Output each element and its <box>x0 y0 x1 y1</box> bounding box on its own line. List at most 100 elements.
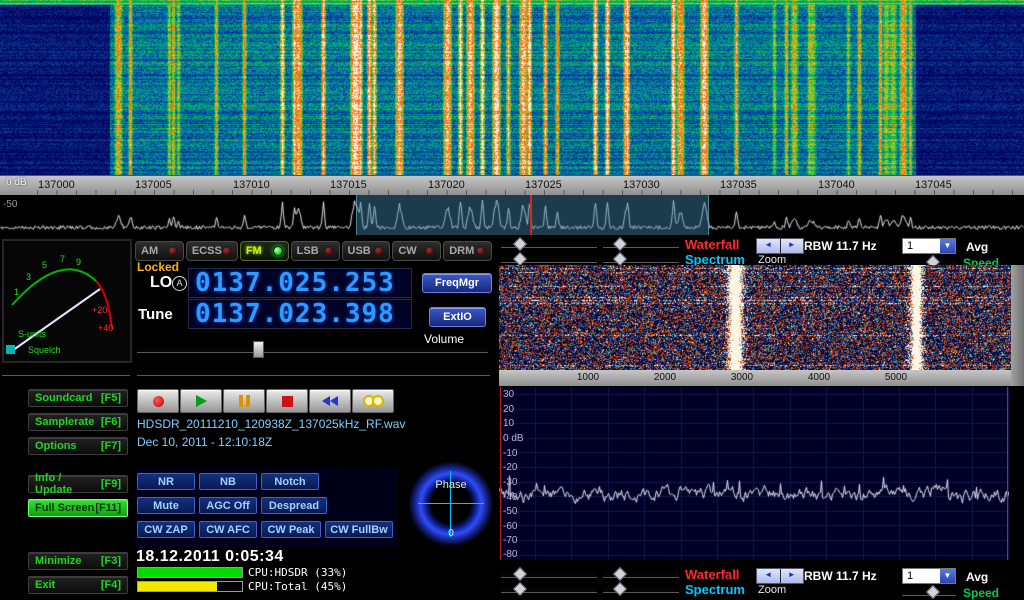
passband-selection[interactable] <box>356 195 709 235</box>
mode-button-drm[interactable]: DRM <box>443 241 492 261</box>
main-waterfall-display[interactable] <box>0 0 1024 175</box>
volume-groove <box>137 347 488 353</box>
speed-slider[interactable] <box>902 590 956 596</box>
slider-handle[interactable] <box>513 582 527 596</box>
avg-value: 1 <box>903 569 940 583</box>
samplerate-button[interactable]: Samplerate [F6] <box>28 413 128 431</box>
waterfall-upper-slider[interactable] <box>501 572 597 578</box>
slider-handle[interactable] <box>513 252 527 266</box>
chevron-down-icon[interactable]: ▼ <box>940 239 955 253</box>
mute-button[interactable]: Mute <box>137 497 195 514</box>
zoom-out-button[interactable]: ◄ <box>757 569 780 583</box>
cw-afc-button[interactable]: CW AFC <box>199 521 257 538</box>
s-units-label: S-units <box>18 329 47 339</box>
nb-button[interactable]: NB <box>199 473 257 490</box>
panel-divider <box>137 370 490 376</box>
avg-select[interactable]: 1 ▼ <box>902 568 956 584</box>
exit-button[interactable]: Exit [F4] <box>28 576 128 594</box>
volume-handle[interactable] <box>253 341 264 358</box>
lo-lock-badge[interactable]: A <box>172 276 187 291</box>
spectrum-upper-slider[interactable] <box>501 257 597 263</box>
spectrum-lower-slider[interactable] <box>603 587 679 593</box>
smeter-tick: 9 <box>76 257 81 267</box>
speed-label: Speed <box>963 586 999 600</box>
slider-handle[interactable] <box>613 237 627 251</box>
fullscreen-button[interactable]: Full Screen [F11] <box>28 499 128 517</box>
waterfall-lower-slider[interactable] <box>603 572 679 578</box>
record-button[interactable] <box>137 389 179 413</box>
cw-peak-button[interactable]: CW Peak <box>261 521 321 538</box>
squelch-slider[interactable] <box>2 367 132 377</box>
mode-button-fm[interactable]: FM <box>240 241 289 261</box>
freq-label: 3000 <box>731 372 753 383</box>
squelch-groove <box>2 370 130 376</box>
notch-button[interactable]: Notch <box>261 473 319 490</box>
waterfall-upper-slider[interactable] <box>501 242 597 248</box>
squelch-marker[interactable] <box>6 345 15 354</box>
minimize-button[interactable]: Minimize [F3] <box>28 552 128 570</box>
options-button[interactable]: Options [F7] <box>28 437 128 455</box>
slider-handle[interactable] <box>613 567 627 581</box>
af-spectrum-display[interactable] <box>499 387 1009 560</box>
recording-datestamp: Dec 10, 2011 - 12:10:18Z <box>137 435 272 449</box>
waterfall-toggle[interactable]: Waterfall <box>685 237 739 252</box>
slider-handle[interactable] <box>926 585 940 599</box>
button-label: Minimize <box>35 555 81 567</box>
freq-label: 137045 <box>915 179 952 191</box>
agc-off-button[interactable]: AGC Off <box>199 497 257 514</box>
spectrum-lower-slider[interactable] <box>603 257 679 263</box>
tune-label: Tune <box>138 306 173 323</box>
tune-frequency-display[interactable]: 0137.023.398 <box>188 299 412 329</box>
squelch-label: Squelch <box>28 345 61 355</box>
despread-button[interactable]: Despread <box>261 497 327 514</box>
mode-button-usb[interactable]: USB <box>342 241 391 261</box>
slider-handle[interactable] <box>513 567 527 581</box>
freqmgr-button[interactable]: FreqMgr <box>422 273 492 293</box>
slider-handle[interactable] <box>613 252 627 266</box>
zoom-out-button[interactable]: ◄ <box>757 239 780 253</box>
extio-button[interactable]: ExtIO <box>429 307 486 327</box>
cw-fullbw-button[interactable]: CW FullBw <box>325 521 393 538</box>
af-scrollbar[interactable] <box>1011 265 1024 386</box>
mode-button-cw[interactable]: CW <box>392 241 441 261</box>
info-update-button[interactable]: Info / Update [F9] <box>28 475 128 493</box>
stop-button[interactable] <box>266 389 308 413</box>
rewind-button[interactable] <box>309 389 351 413</box>
cw-zap-button[interactable]: CW ZAP <box>137 521 195 538</box>
chevron-down-icon[interactable]: ▼ <box>940 569 955 583</box>
spectrum-toggle[interactable]: Spectrum <box>685 582 745 597</box>
slider-handle[interactable] <box>513 237 527 251</box>
freq-label: 137035 <box>720 179 757 191</box>
filter-edge-left[interactable] <box>500 387 501 560</box>
mode-button-ecss[interactable]: ECSS <box>186 241 238 261</box>
af-display-controls-bottom: Waterfall Spectrum ◄ ► Zoom RBW 11.7 Hz … <box>497 566 1024 598</box>
main-frequency-ruler[interactable]: 137000 137005 137010 137015 137020 13702… <box>0 175 1024 195</box>
filter-edge-right[interactable] <box>1007 387 1008 560</box>
db-max-label: 0 dB <box>6 177 27 188</box>
af-frequency-ruler[interactable]: 1000 2000 3000 4000 5000 <box>499 370 1011 386</box>
waterfall-toggle[interactable]: Waterfall <box>685 567 739 582</box>
play-button[interactable] <box>180 389 222 413</box>
nr-button[interactable]: NR <box>137 473 195 490</box>
mode-button-am[interactable]: AM <box>135 241 184 261</box>
freq-label: 2000 <box>654 372 676 383</box>
mode-button-lsb[interactable]: LSB <box>291 241 340 261</box>
cpu-total-bar <box>137 581 243 592</box>
button-label: Samplerate <box>35 416 94 428</box>
volume-slider[interactable] <box>137 341 490 357</box>
af-waterfall-display[interactable] <box>499 265 1011 370</box>
zoom-in-button[interactable]: ► <box>781 239 804 253</box>
smeter-tick: 1 <box>14 287 19 297</box>
soundcard-button[interactable]: Soundcard [F5] <box>28 389 128 407</box>
loop-button[interactable] <box>352 389 394 413</box>
zoom-in-button[interactable]: ► <box>781 569 804 583</box>
freq-label: 137040 <box>818 179 855 191</box>
avg-select[interactable]: 1 ▼ <box>902 238 956 254</box>
slider-handle[interactable] <box>613 582 627 596</box>
pause-button[interactable] <box>223 389 265 413</box>
mode-led <box>374 246 384 256</box>
phase-control[interactable]: Phase 0 <box>408 461 494 547</box>
spectrum-upper-slider[interactable] <box>501 587 597 593</box>
lo-frequency-display[interactable]: 0137.025.253 <box>188 268 412 298</box>
waterfall-lower-slider[interactable] <box>603 242 679 248</box>
